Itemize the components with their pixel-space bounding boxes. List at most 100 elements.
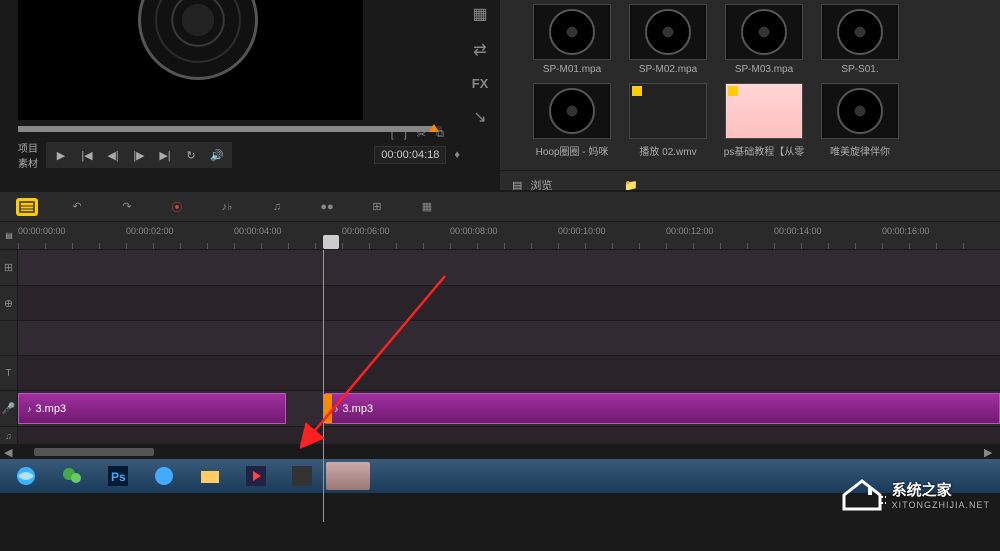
audio-mix-button[interactable]: ♪♭: [216, 198, 238, 216]
copy-icon[interactable]: ⧉: [436, 128, 444, 141]
voice-track[interactable]: 🎤 ♪ 3.mp3 ♪ 3.mp3: [0, 391, 1000, 427]
track-button[interactable]: ●●: [316, 198, 338, 216]
music-track-icon[interactable]: ♫: [5, 431, 12, 441]
timeline-ruler[interactable]: ▤ 00:00:00:00 00:00:02:00 00:00:04:00 00:00…: [0, 222, 1000, 250]
ruler-mark: 00:00:14:00: [774, 226, 822, 236]
audio-clip-1[interactable]: ♪ 3.mp3: [18, 393, 286, 424]
scrollbar-thumb[interactable]: [34, 448, 154, 456]
redo-button[interactable]: ↷: [116, 198, 138, 216]
media-thumbnail: [821, 83, 899, 139]
media-item[interactable]: 播放 02.wmv: [624, 83, 712, 158]
media-item[interactable]: SP-S01.: [816, 4, 904, 75]
svg-text:Ps: Ps: [111, 470, 126, 484]
title-track[interactable]: T: [0, 356, 1000, 391]
scroll-right-icon[interactable]: ▶: [984, 446, 996, 459]
video-track-1[interactable]: ⊞: [0, 250, 1000, 286]
media-item[interactable]: 唯美旋律伴你: [816, 83, 904, 158]
source-label[interactable]: 素材: [18, 155, 38, 170]
watermark: 系统之家 XITONGZHIJIA.NET: [838, 475, 990, 513]
ruler-mark: 00:00:04:00: [234, 226, 282, 236]
preview-panel: [ ] ✂ ⧉ 项目 素材 ▶ |◀ ◀| |▶ ▶| ↻ 🔊 00:00:04…: [0, 0, 460, 190]
browse-label[interactable]: 浏览: [530, 177, 552, 190]
overlay-track-2[interactable]: [0, 321, 1000, 356]
grid-button[interactable]: ▦: [416, 198, 438, 216]
video-track-icon[interactable]: ⊞: [4, 261, 13, 274]
taskbar-wechat-icon[interactable]: [50, 461, 94, 491]
side-tools: ▦ ⇄ FX ↘: [460, 0, 500, 190]
browse-icon[interactable]: ▤: [512, 179, 522, 191]
media-thumbnail: [533, 4, 611, 60]
title-track-icon[interactable]: T: [5, 368, 11, 379]
mark-in-icon[interactable]: [: [391, 128, 394, 141]
audio-clip-2[interactable]: ♪ 3.mp3: [325, 393, 1000, 424]
taskbar-browser-icon[interactable]: [142, 461, 186, 491]
media-thumbnail: [725, 4, 803, 60]
watermark-title: 系统之家: [892, 479, 990, 500]
goto-end-button[interactable]: ▶|: [156, 146, 174, 164]
media-label: SP-S01.: [816, 64, 904, 75]
overlay-track-icon[interactable]: ⊕: [4, 297, 13, 310]
timeline-scrollbar[interactable]: ◀ ▶: [0, 445, 1000, 459]
media-thumbnail: [629, 83, 707, 139]
media-label: SP-M01.mpa: [528, 64, 616, 75]
record-button[interactable]: ⦿: [166, 198, 188, 216]
transition-icon[interactable]: ⇄: [473, 40, 486, 60]
timecode-spinner-icon[interactable]: ♦: [454, 149, 460, 161]
media-label: ps基础教程【从零: [720, 143, 808, 158]
media-item[interactable]: Hoop圈圈 - 妈咪: [528, 83, 616, 158]
media-label: Hoop圈圈 - 妈咪: [528, 143, 616, 158]
media-label: SP-M03.mpa: [720, 64, 808, 75]
volume-button[interactable]: 🔊: [208, 146, 226, 164]
preview-viewport: [18, 0, 363, 120]
taskbar-folder-icon[interactable]: [188, 461, 232, 491]
goto-start-button[interactable]: |◀: [78, 146, 96, 164]
ruler-mark: 00:00:12:00: [666, 226, 714, 236]
media-thumbnail: [725, 83, 803, 139]
scroll-left-icon[interactable]: ◀: [4, 446, 16, 459]
taskbar-ie-icon[interactable]: [4, 461, 48, 491]
timecode-display[interactable]: 00:00:04:18: [374, 146, 446, 164]
clip-label: 3.mp3: [343, 403, 374, 415]
loop-button[interactable]: ↻: [182, 146, 200, 164]
overlay-track-1[interactable]: ⊕: [0, 286, 1000, 321]
prev-frame-button[interactable]: ◀|: [104, 146, 122, 164]
audio-wave-icon: ♪: [334, 404, 339, 414]
watermark-logo-icon: [838, 475, 886, 513]
clip-label: 3.mp3: [36, 403, 67, 415]
audio-wave-icon: ♪: [27, 404, 32, 414]
media-thumbnail: [821, 4, 899, 60]
watermark-url: XITONGZHIJIA.NET: [892, 500, 990, 510]
storyboard-mode-button[interactable]: [16, 198, 38, 216]
media-item[interactable]: SP-M01.mpa: [528, 4, 616, 75]
next-frame-button[interactable]: |▶: [130, 146, 148, 164]
project-label[interactable]: 项目: [18, 140, 38, 155]
ruler-mark: 00:00:00:00: [18, 226, 66, 236]
undo-button[interactable]: ↶: [66, 198, 88, 216]
media-thumbnail: [533, 83, 611, 139]
folder-icon[interactable]: 📁: [624, 179, 638, 191]
taskbar-photoshop-icon[interactable]: Ps: [96, 461, 140, 491]
ruler-mark: 00:00:16:00: [882, 226, 930, 236]
media-thumbnail: [629, 4, 707, 60]
media-label: 播放 02.wmv: [624, 143, 712, 158]
ruler-menu-icon[interactable]: ▤: [5, 231, 13, 240]
taskbar-app-icon[interactable]: [280, 461, 324, 491]
taskbar-video-icon[interactable]: [234, 461, 278, 491]
title-button[interactable]: ⊞: [366, 198, 388, 216]
taskbar-thumbnail[interactable]: [326, 462, 370, 490]
playhead-handle[interactable]: [323, 235, 339, 249]
media-item[interactable]: SP-M03.mpa: [720, 4, 808, 75]
media-item[interactable]: SP-M02.mpa: [624, 4, 712, 75]
cut-icon[interactable]: ✂: [417, 128, 426, 141]
music-track[interactable]: ♫: [0, 427, 1000, 445]
media-icon[interactable]: ▦: [472, 4, 487, 24]
path-icon[interactable]: ↘: [473, 107, 486, 127]
ruler-mark: 00:00:02:00: [126, 226, 174, 236]
media-item[interactable]: ps基础教程【从零: [720, 83, 808, 158]
play-button[interactable]: ▶: [52, 146, 70, 164]
voice-track-icon[interactable]: 🎤: [2, 402, 16, 415]
fx-icon[interactable]: FX: [472, 76, 489, 91]
auto-music-button[interactable]: ♫: [266, 198, 288, 216]
scrub-bar[interactable]: [18, 126, 442, 132]
mark-out-icon[interactable]: ]: [404, 128, 407, 141]
